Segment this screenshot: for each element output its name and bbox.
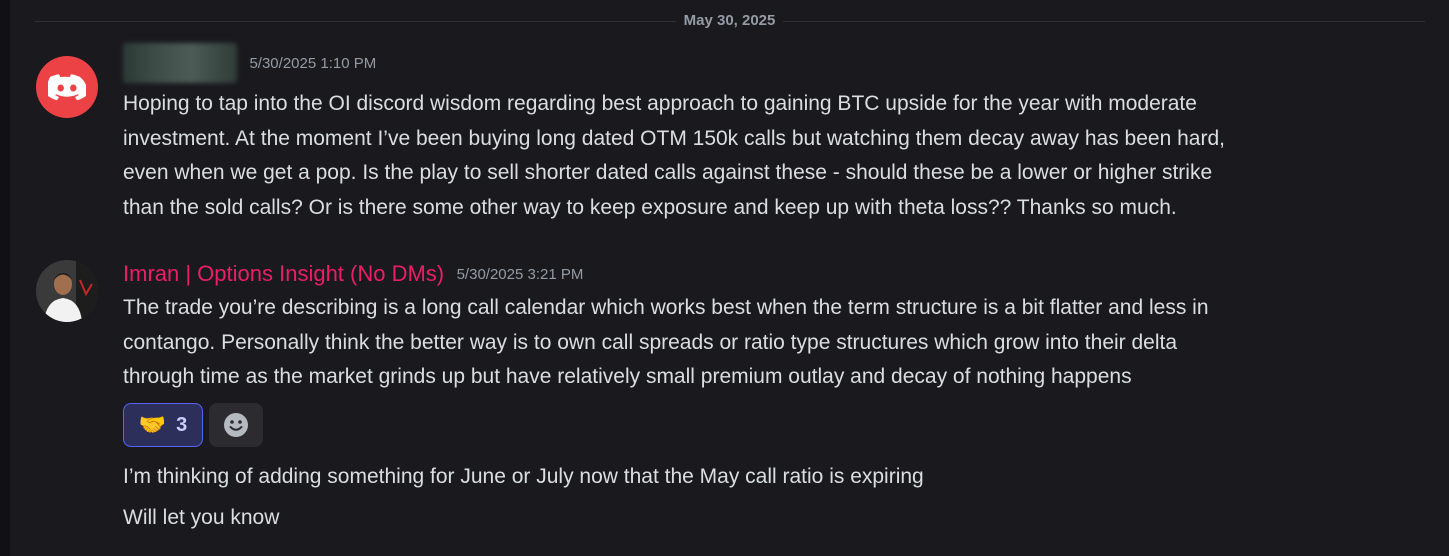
- discord-logo-icon: [48, 74, 86, 101]
- message-line: Hoping to tap into the OI discord wisdom…: [123, 92, 1197, 115]
- handshake-emoji-icon: 🤝: [138, 412, 167, 437]
- followup-message: Will let you know: [123, 506, 280, 529]
- avatar[interactable]: [36, 56, 98, 118]
- followup-message: I’m thinking of adding something for Jun…: [123, 465, 924, 488]
- username[interactable]: Imran | Options Insight (No DMs): [123, 261, 444, 286]
- message-line: through time as the market grinds up but…: [123, 365, 1132, 388]
- chat-panel: May 30, 2025 5/30/2025 1:10 PM Hoping to…: [10, 0, 1449, 556]
- message-header: Imran | Options Insight (No DMs) 5/30/20…: [123, 261, 583, 287]
- message-line: The trade you’re describing is a long ca…: [123, 296, 1209, 319]
- timestamp[interactable]: 5/30/2025 3:21 PM: [457, 266, 584, 283]
- date-divider: May 30, 2025: [10, 12, 1449, 29]
- message-line: even when we get a pop. Is the play to s…: [123, 161, 1213, 184]
- reaction-bar: 🤝 3: [123, 403, 263, 447]
- reaction-count: 3: [176, 413, 188, 436]
- message-header: 5/30/2025 1:10 PM: [123, 43, 376, 83]
- message-body: The trade you’re describing is a long ca…: [123, 291, 1423, 395]
- message-line: than the sold calls? Or is there some ot…: [123, 195, 1177, 219]
- message-line: investment. At the moment I’ve been buyi…: [123, 126, 1225, 150]
- date-divider-label: May 30, 2025: [675, 12, 784, 29]
- timestamp[interactable]: 5/30/2025 1:10 PM: [249, 55, 376, 72]
- avatar[interactable]: [36, 260, 98, 322]
- smiley-icon: [224, 413, 248, 437]
- user-photo-icon: [36, 260, 98, 322]
- redacted-username[interactable]: [123, 43, 237, 83]
- server-sidebar-edge: [0, 0, 10, 556]
- message-line: contango. Personally think the better wa…: [123, 330, 1178, 354]
- add-reaction-button[interactable]: [209, 403, 263, 447]
- reaction-handshake[interactable]: 🤝 3: [123, 403, 203, 447]
- message-body: Hoping to tap into the OI discord wisdom…: [123, 87, 1423, 225]
